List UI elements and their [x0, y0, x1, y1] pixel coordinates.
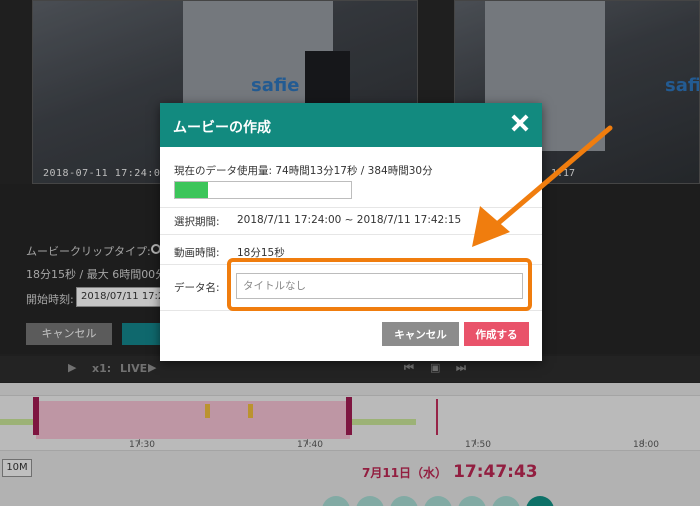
- duration-label: 動画時間:: [174, 247, 220, 259]
- cancel-button[interactable]: キャンセル: [382, 322, 459, 346]
- usage-progress-fill: [175, 182, 209, 198]
- usage-progress-bar: [174, 181, 352, 199]
- create-button[interactable]: 作成する: [464, 322, 529, 346]
- dialog-title: ムービーの作成: [173, 120, 271, 136]
- period-value: 2018/7/11 17:24:00 ~ 2018/7/11 17:42:15: [237, 214, 462, 226]
- pointer-arrow-icon: [472, 125, 613, 247]
- data-name-label: データ名:: [174, 282, 220, 294]
- highlight-box: [227, 258, 532, 311]
- period-label: 選択期間:: [174, 216, 220, 228]
- data-usage-text: 現在のデータ使用量: 74時間13分17秒 / 384時間30分: [174, 165, 433, 177]
